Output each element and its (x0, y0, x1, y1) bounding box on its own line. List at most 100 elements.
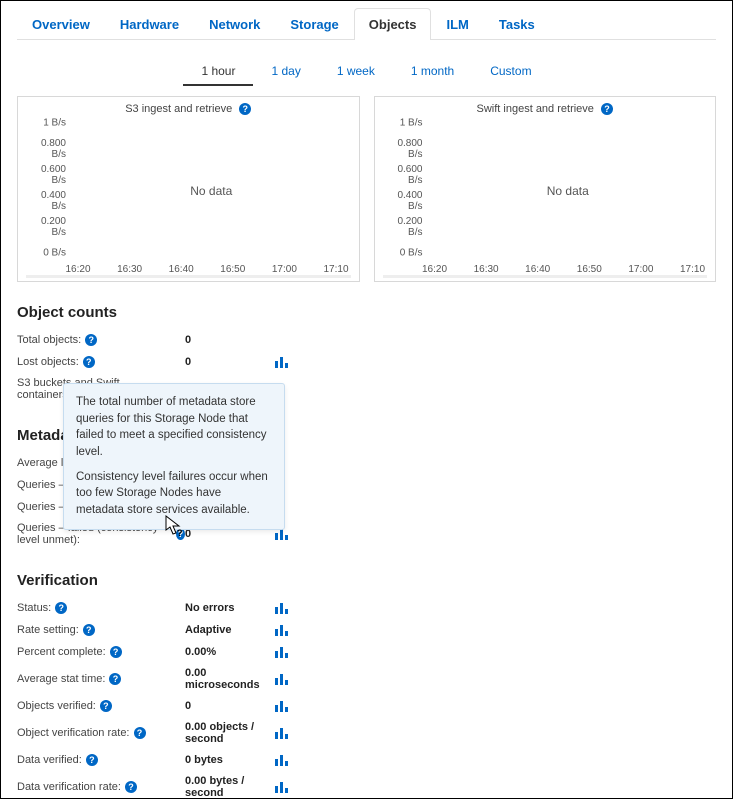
bar-chart-icon[interactable] (275, 700, 289, 712)
x-tick: 17:00 (628, 264, 653, 275)
data-row: Average stat time:? 0.00 microseconds (17, 663, 716, 695)
row-value: No errors (185, 602, 275, 614)
main-tabs: OverviewHardwareNetworkStorageObjectsILM… (17, 7, 716, 40)
bar-chart-icon[interactable] (275, 673, 289, 685)
data-row: Status:? No errors (17, 597, 716, 619)
time-tab[interactable]: 1 hour (183, 58, 253, 86)
row-value: 0.00 objects / second (185, 721, 275, 745)
help-icon[interactable]: ? (83, 624, 95, 636)
y-tick: 1 B/s (26, 118, 66, 129)
data-row: Percent complete:? 0.00% (17, 641, 716, 663)
row-label: Data verified: (17, 754, 82, 766)
data-row: Data verification rate:?0.00 bytes / sec… (17, 771, 716, 799)
bar-chart-icon[interactable] (275, 781, 289, 793)
tab-network[interactable]: Network (194, 8, 275, 40)
bar-chart-icon[interactable] (275, 602, 289, 614)
y-tick: 0.800 B/s (26, 138, 66, 160)
x-tick: 16:50 (220, 264, 245, 275)
tab-tasks[interactable]: Tasks (484, 8, 550, 40)
x-tick: 16:30 (474, 264, 499, 275)
section-object-counts: Object counts (17, 304, 716, 321)
y-tick: 0.200 B/s (26, 216, 66, 238)
data-row: Total objects:? 0 (17, 329, 716, 351)
bar-chart-icon[interactable] (275, 646, 289, 658)
data-row: Object verification rate:? 0.00 objects /… (17, 717, 716, 749)
row-label: Data verification rate: (17, 781, 121, 793)
x-tick: 16:30 (117, 264, 142, 275)
x-tick: 17:10 (323, 264, 348, 275)
chart-swift: Swift ingest and retrieve ? No data 1 B/… (374, 96, 717, 282)
y-tick: 0.400 B/s (26, 190, 66, 212)
row-label: Object verification rate: (17, 727, 130, 739)
row-value: 0 (185, 700, 275, 712)
data-row: Objects verified:? 0 (17, 695, 716, 717)
help-icon[interactable]: ? (85, 334, 97, 346)
help-icon[interactable]: ? (55, 602, 67, 614)
y-tick: 0.800 B/s (383, 138, 423, 160)
x-tick: 16:40 (169, 264, 194, 275)
tab-storage[interactable]: Storage (275, 8, 353, 40)
x-tick: 16:50 (577, 264, 602, 275)
bar-chart-icon[interactable] (275, 754, 289, 766)
row-value: 0 (185, 528, 275, 540)
svg-text:?: ? (177, 528, 183, 537)
time-tab[interactable]: 1 week (319, 58, 393, 86)
time-tab[interactable]: 1 day (253, 58, 318, 86)
row-value: 0.00% (185, 646, 275, 658)
chart-title-swift: Swift ingest and retrieve (477, 103, 594, 115)
data-row: Rate setting:? Adaptive (17, 619, 716, 641)
help-icon[interactable]: ? (601, 103, 613, 115)
row-value: 0 (185, 334, 275, 346)
data-row: Data verified:? 0 bytes (17, 749, 716, 771)
row-label: Objects verified: (17, 700, 96, 712)
help-icon[interactable]: ? (83, 356, 95, 368)
bar-chart-icon[interactable] (275, 624, 289, 636)
row-value: Adaptive (185, 624, 275, 636)
time-range-tabs: 1 hour1 day1 week1 monthCustom (17, 58, 716, 86)
nodata-label: No data (190, 184, 232, 198)
time-tab[interactable]: 1 month (393, 58, 472, 86)
y-tick: 1 B/s (383, 118, 423, 129)
row-label: Lost objects: (17, 356, 79, 368)
row-label: Rate setting: (17, 624, 79, 636)
tab-ilm[interactable]: ILM (431, 8, 483, 40)
tab-hardware[interactable]: Hardware (105, 8, 194, 40)
row-label: Percent complete: (17, 646, 106, 658)
section-verification: Verification (17, 572, 716, 589)
help-icon[interactable]: ? (134, 727, 146, 739)
help-icon[interactable]: ? (110, 646, 122, 658)
cursor-icon: ? (165, 515, 185, 540)
bar-chart-icon[interactable] (275, 356, 289, 368)
bar-chart-icon[interactable] (275, 727, 289, 739)
help-tooltip: The total number of metadata store queri… (63, 383, 285, 530)
y-tick: 0.600 B/s (26, 164, 66, 186)
data-row: Lost objects:? 0 (17, 351, 716, 373)
help-icon[interactable]: ? (100, 700, 112, 712)
x-tick: 16:40 (525, 264, 550, 275)
x-tick: 16:20 (422, 264, 447, 275)
tab-overview[interactable]: Overview (17, 8, 105, 40)
nodata-label: No data (547, 184, 589, 198)
row-value: 0 bytes (185, 754, 275, 766)
help-icon[interactable]: ? (86, 754, 98, 766)
time-tab[interactable]: Custom (472, 58, 549, 86)
x-tick: 17:10 (680, 264, 705, 275)
bar-chart-icon[interactable] (275, 528, 289, 540)
chart-title-s3: S3 ingest and retrieve (125, 103, 232, 115)
y-tick: 0 B/s (383, 248, 423, 259)
tab-objects[interactable]: Objects (354, 8, 432, 40)
help-icon[interactable]: ? (125, 781, 137, 793)
help-icon[interactable]: ? (109, 673, 121, 685)
y-tick: 0.600 B/s (383, 164, 423, 186)
tooltip-text: Consistency level failures occur when to… (76, 469, 272, 519)
row-label: Average stat time: (17, 673, 105, 685)
row-label: Status: (17, 602, 51, 614)
row-value: 0.00 microseconds (185, 667, 275, 691)
x-tick: 17:00 (272, 264, 297, 275)
row-value: 0 (185, 356, 275, 368)
y-tick: 0.200 B/s (383, 216, 423, 238)
row-label: Total objects: (17, 334, 81, 346)
help-icon[interactable]: ? (239, 103, 251, 115)
x-tick: 16:20 (65, 264, 90, 275)
tooltip-text: The total number of metadata store queri… (76, 394, 272, 461)
